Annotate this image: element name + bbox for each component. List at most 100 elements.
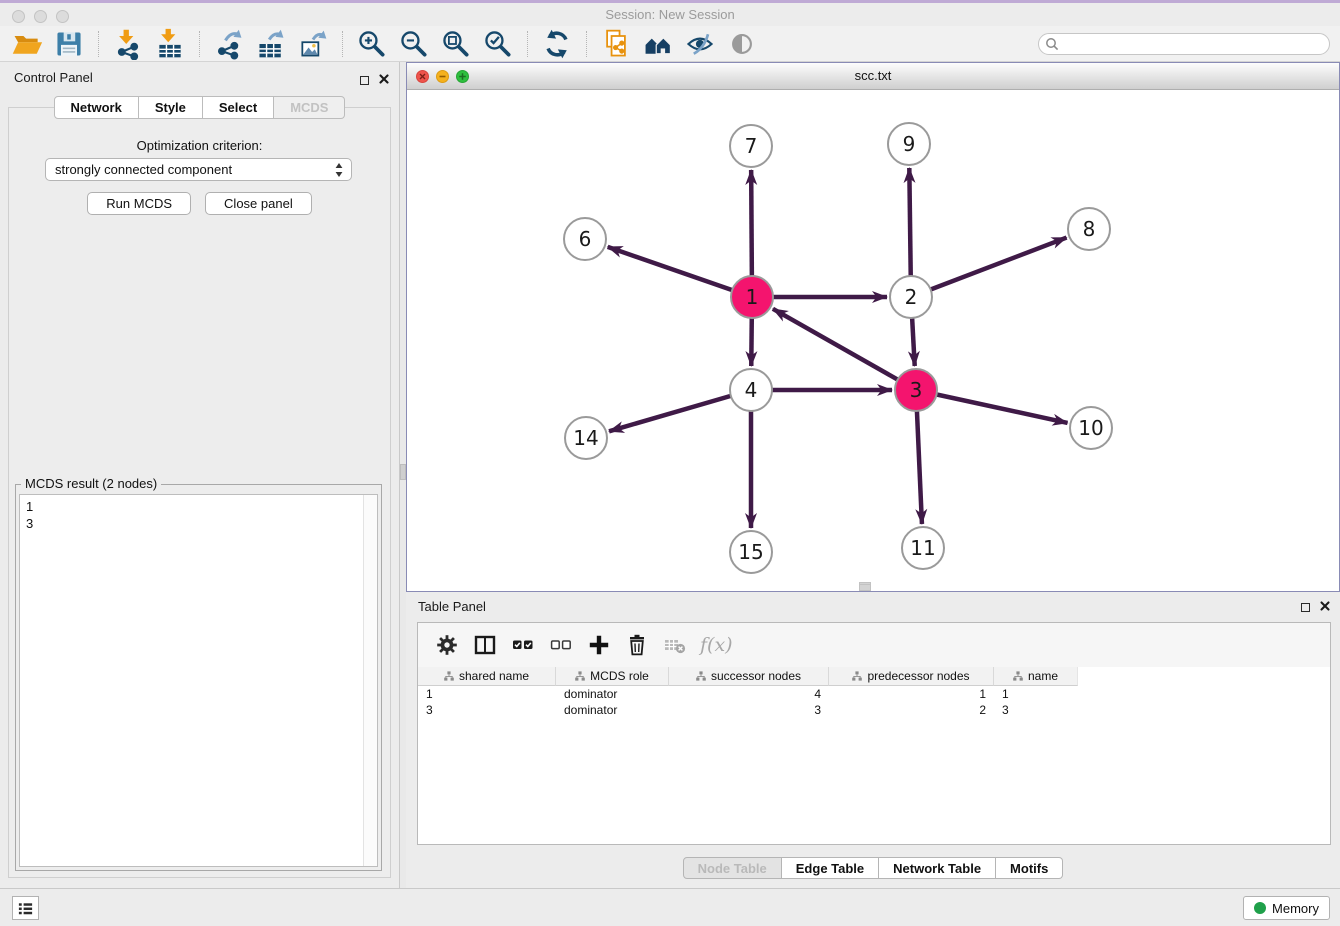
optimization-criterion-select[interactable]: strongly connected component (45, 158, 352, 181)
zoom-out-icon[interactable] (397, 27, 431, 61)
result-scrollbar[interactable] (363, 495, 377, 866)
float-table-panel-icon[interactable] (1301, 603, 1310, 612)
select-all-icon[interactable] (508, 630, 538, 660)
svg-text:4: 4 (745, 378, 758, 402)
table-cell[interactable]: 3 (669, 702, 829, 718)
tab-node-table[interactable]: Node Table (683, 857, 782, 879)
network-window-titlebar[interactable]: scc.txt (407, 63, 1339, 90)
horizontal-split-grip[interactable] (859, 584, 871, 591)
deselect-all-icon[interactable] (546, 630, 576, 660)
node-9[interactable]: 9 (888, 123, 930, 165)
delete-table-disabled-icon (660, 630, 690, 660)
add-row-icon[interactable] (584, 630, 614, 660)
tab-edge-table[interactable]: Edge Table (782, 857, 879, 879)
column-header-predecessor-nodes[interactable]: predecessor nodes (829, 667, 994, 686)
task-history-button[interactable] (12, 896, 39, 920)
svg-text:2: 2 (905, 285, 918, 309)
node-2[interactable]: 2 (890, 276, 932, 318)
edge-3-1[interactable] (773, 309, 916, 390)
svg-text:6: 6 (579, 227, 592, 251)
table-toolbar: f(x) (418, 623, 1330, 667)
optimization-criterion-label: Optimization criterion: (9, 138, 390, 153)
column-header-MCDS-role[interactable]: MCDS role (556, 667, 669, 686)
zoom-selected-icon[interactable] (481, 27, 515, 61)
node-11[interactable]: 11 (902, 527, 944, 569)
table-cell[interactable]: 4 (669, 686, 829, 702)
node-7[interactable]: 7 (730, 125, 772, 167)
toolbar-separator (342, 31, 343, 57)
export-network-icon[interactable] (212, 27, 246, 61)
tab-network-table[interactable]: Network Table (879, 857, 996, 879)
column-header-successor-nodes[interactable]: successor nodes (669, 667, 829, 686)
close-panel-button[interactable]: Close panel (205, 192, 312, 215)
node-1[interactable]: 1 (731, 276, 773, 318)
svg-text:7: 7 (745, 134, 758, 158)
table-cell[interactable]: dominator (556, 702, 669, 718)
settings-icon[interactable] (432, 630, 462, 660)
zoom-fit-icon[interactable] (439, 27, 473, 61)
table-header-row: shared nameMCDS rolesuccessor nodesprede… (418, 667, 1330, 686)
node-3[interactable]: 3 (895, 369, 937, 411)
table-cell[interactable]: 1 (994, 686, 1078, 702)
open-session-icon[interactable] (10, 27, 44, 61)
tab-select[interactable]: Select (203, 96, 274, 119)
table-cell[interactable]: 1 (829, 686, 994, 702)
main-toolbar (0, 26, 1340, 62)
node-table: shared nameMCDS rolesuccessor nodesprede… (418, 667, 1330, 844)
columns-icon[interactable] (470, 630, 500, 660)
close-table-panel-icon[interactable] (1320, 598, 1330, 616)
export-image-icon[interactable] (296, 27, 330, 61)
svg-text:9: 9 (903, 132, 916, 156)
clone-network-icon[interactable] (599, 27, 633, 61)
sort-icon (575, 671, 585, 681)
import-table-icon[interactable] (153, 27, 187, 61)
node-6[interactable]: 6 (564, 218, 606, 260)
tab-network[interactable]: Network (54, 96, 139, 119)
import-network-icon[interactable] (111, 27, 145, 61)
column-header-shared-name[interactable]: shared name (418, 667, 556, 686)
search-field[interactable] (1038, 33, 1330, 55)
svg-text:10: 10 (1078, 416, 1103, 440)
export-table-icon[interactable] (254, 27, 288, 61)
tab-mcds[interactable]: MCDS (274, 96, 345, 119)
edge-3-10[interactable] (916, 390, 1068, 423)
table-row[interactable]: 3dominator323 (418, 702, 1330, 718)
run-mcds-button[interactable]: Run MCDS (87, 192, 191, 215)
float-panel-icon[interactable] (360, 76, 369, 85)
memory-button[interactable]: Memory (1243, 896, 1330, 920)
node-14[interactable]: 14 (565, 417, 607, 459)
table-cell[interactable]: 3 (418, 702, 556, 718)
window-titlebar: Session: New Session (0, 0, 1340, 26)
svg-text:15: 15 (738, 540, 763, 564)
save-session-icon[interactable] (52, 27, 86, 61)
edge-4-14[interactable] (609, 390, 751, 431)
memory-label: Memory (1272, 901, 1319, 916)
table-cell[interactable]: 3 (994, 702, 1078, 718)
tab-motifs[interactable]: Motifs (996, 857, 1063, 879)
table-row[interactable]: 1dominator411 (418, 686, 1330, 702)
first-neighbors-icon[interactable] (641, 27, 675, 61)
tab-style[interactable]: Style (139, 96, 203, 119)
table-cell[interactable]: dominator (556, 686, 669, 702)
memory-status-icon (1254, 902, 1266, 914)
mcds-result-textarea[interactable]: 1 3 (19, 494, 378, 867)
network-canvas[interactable]: 7 9 6 8 1 2 4 3 14 10 15 11 (407, 90, 1338, 591)
show-hide-icon[interactable] (683, 27, 717, 61)
window-title: Session: New Session (0, 7, 1340, 22)
node-4[interactable]: 4 (730, 369, 772, 411)
select-stepper-icon (334, 162, 344, 178)
node-8[interactable]: 8 (1068, 208, 1110, 250)
column-header-name[interactable]: name (994, 667, 1078, 686)
refresh-layout-icon[interactable] (540, 27, 574, 61)
delete-row-icon[interactable] (622, 630, 652, 660)
edge-2-8[interactable] (911, 238, 1067, 297)
edge-1-6[interactable] (608, 247, 752, 297)
table-body: 1dominator4113dominator323 (418, 686, 1330, 718)
table-cell[interactable]: 2 (829, 702, 994, 718)
table-cell[interactable]: 1 (418, 686, 556, 702)
node-10[interactable]: 10 (1070, 407, 1112, 449)
sort-icon (1013, 671, 1023, 681)
zoom-in-icon[interactable] (355, 27, 389, 61)
node-15[interactable]: 15 (730, 531, 772, 573)
close-panel-icon[interactable] (379, 71, 389, 89)
